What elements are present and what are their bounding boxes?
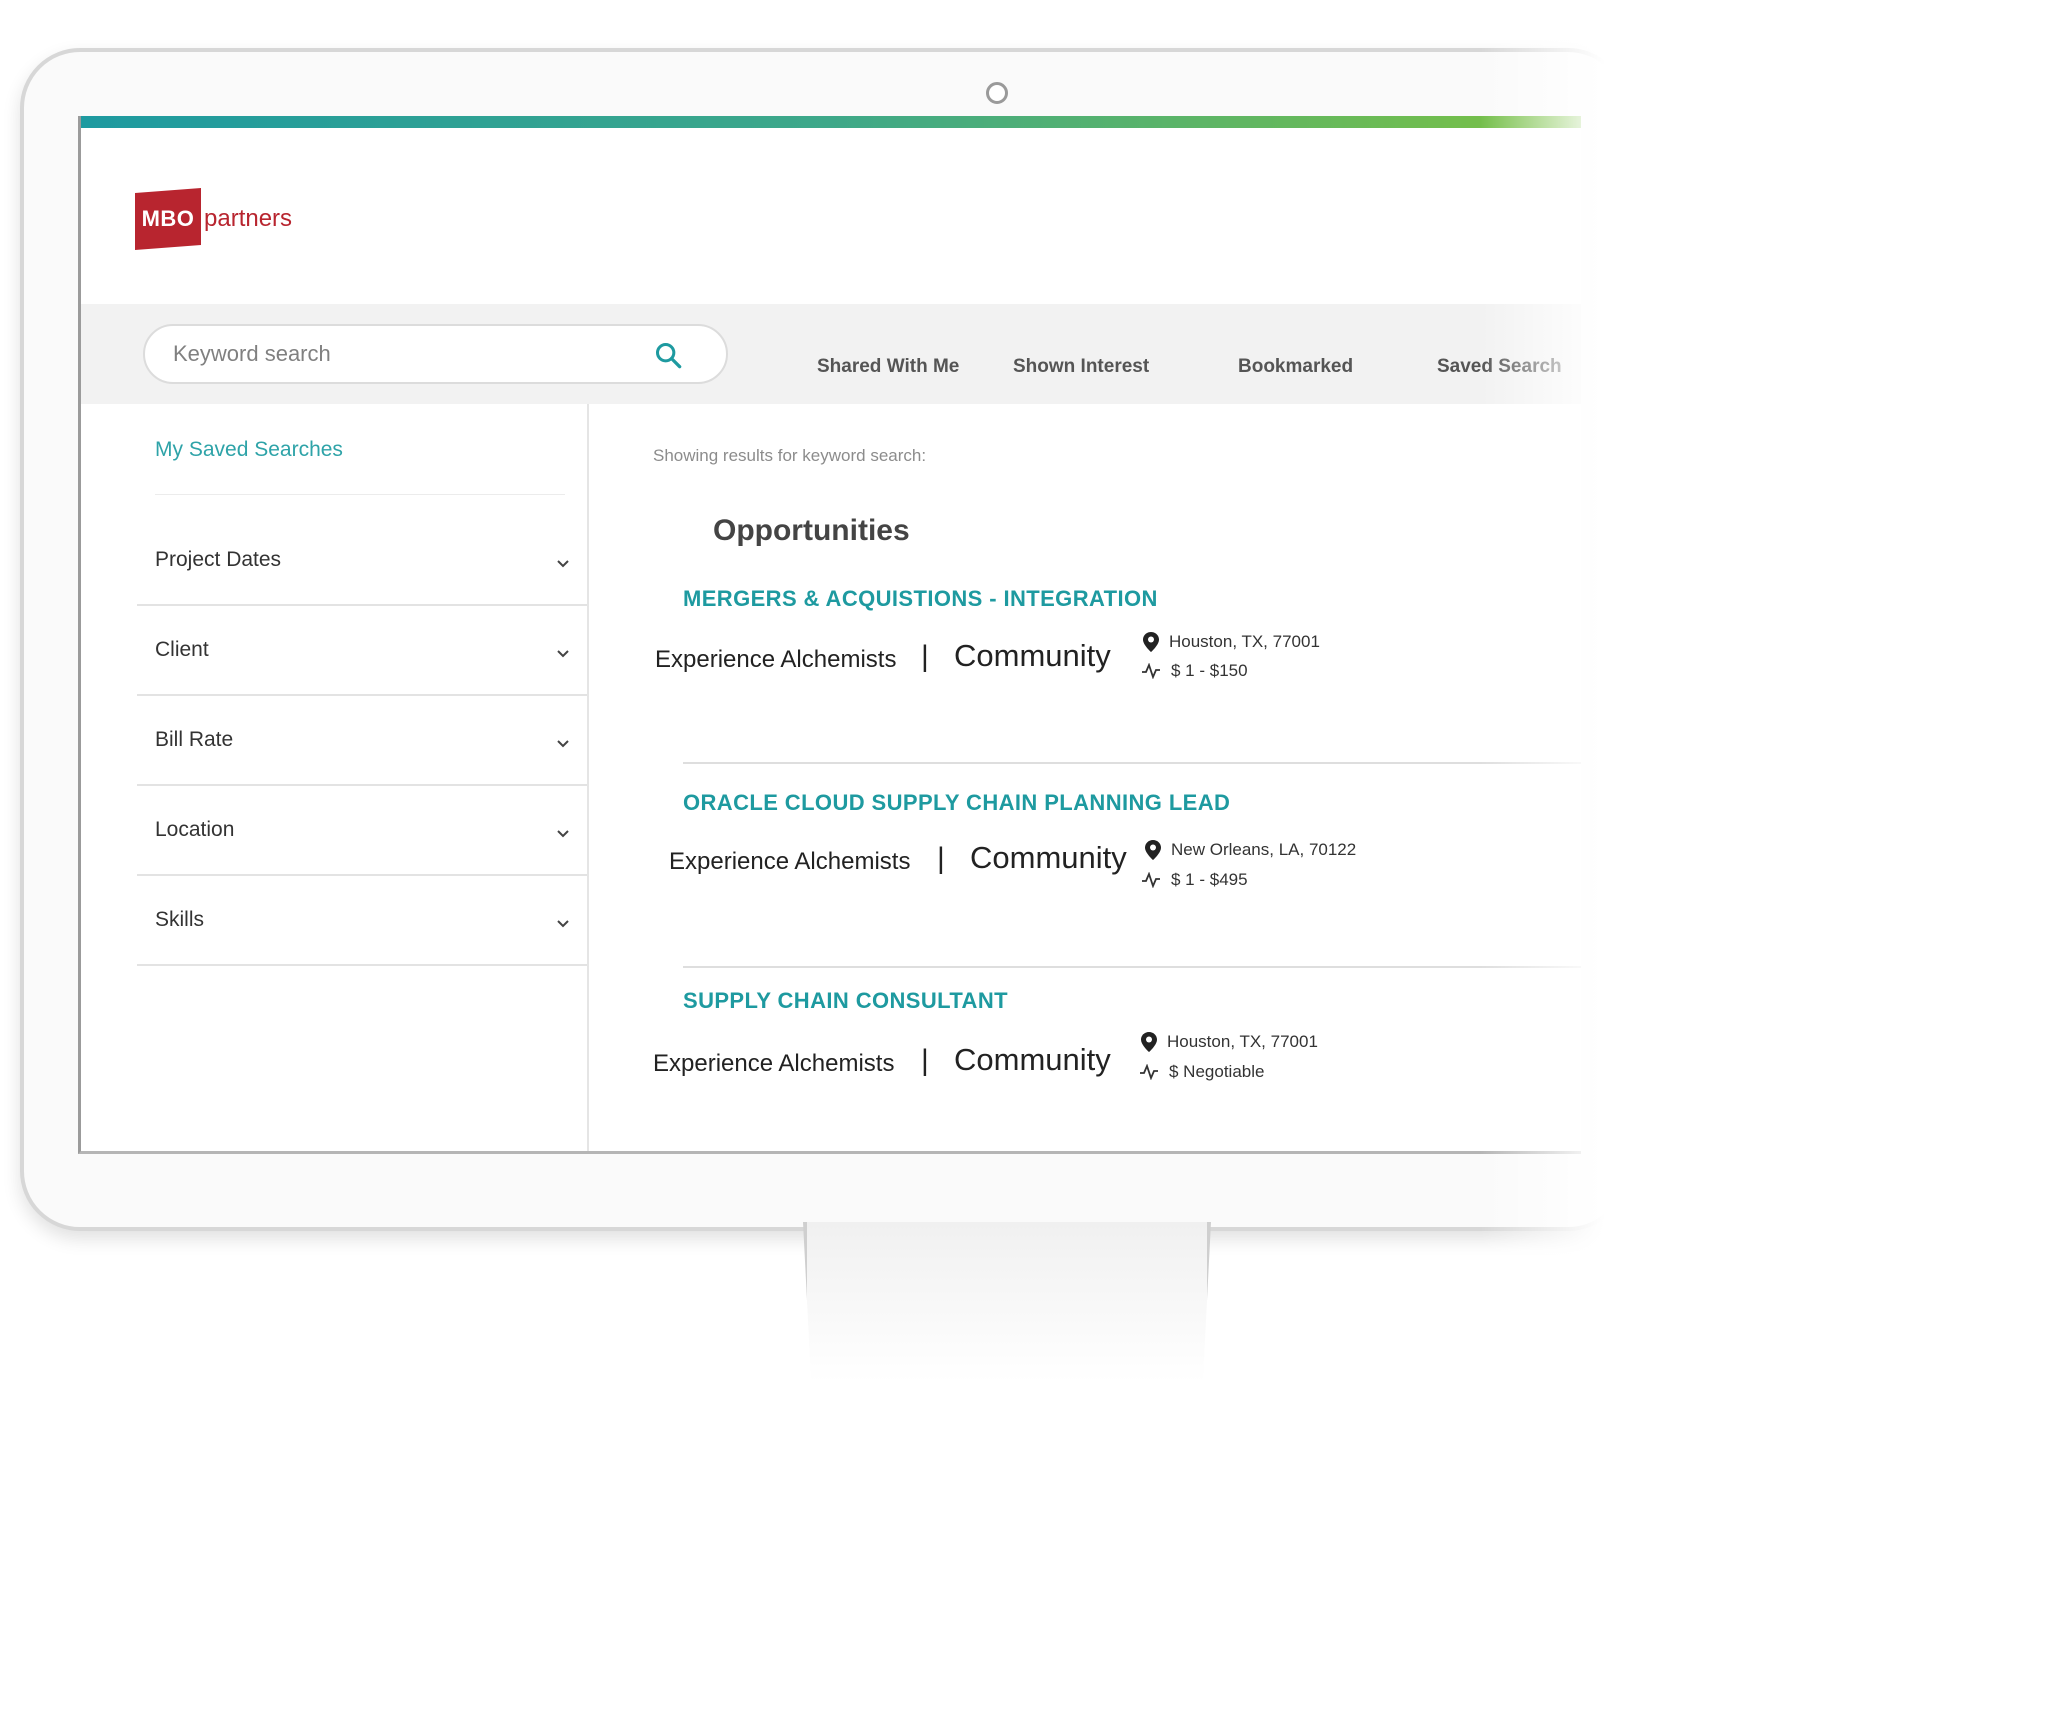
filter-skills[interactable]: Skills (137, 876, 587, 966)
monitor-stand (803, 1222, 1211, 1382)
chevron-down-icon[interactable] (555, 736, 571, 752)
chevron-down-icon[interactable] (555, 826, 571, 842)
brand-gradient-bar (81, 116, 1581, 128)
results-caption: Showing results for keyword search: (653, 446, 927, 465)
page-title: Opportunities (713, 514, 910, 547)
map-pin-icon (1143, 632, 1159, 652)
filter-label: Client (155, 638, 209, 661)
activity-icon (1140, 1064, 1158, 1080)
tab-saved-search[interactable]: Saved Search (1437, 356, 1562, 378)
filter-bill-rate[interactable]: Bill Rate (137, 696, 587, 786)
result-network: Community (954, 638, 1111, 673)
my-saved-searches-link[interactable]: My Saved Searches (155, 438, 343, 462)
divider (155, 494, 565, 495)
divider (683, 762, 1581, 764)
separator: | (937, 842, 945, 875)
separator: | (921, 640, 929, 673)
tab-shown-interest[interactable]: Shown Interest (1013, 356, 1149, 378)
filter-label: Skills (155, 908, 205, 931)
tab-shared-with-me[interactable]: Shared With Me (817, 356, 959, 378)
result-company: Experience Alchemists (669, 848, 911, 875)
filter-sidebar: My Saved Searches Project Dates Client B… (81, 404, 589, 1151)
result-network: Community (970, 840, 1127, 875)
result-company: Experience Alchemists (653, 1050, 895, 1077)
result-location: New Orleans, LA, 70122 (1145, 840, 1356, 860)
app-screen: MBO partners Shared With Me Shown Intere… (78, 116, 1581, 1154)
activity-icon (1142, 663, 1160, 679)
result-title[interactable]: ORACLE CLOUD SUPPLY CHAIN PLANNING LEAD (683, 790, 1230, 816)
result-rate: $ 1 - $495 (1141, 870, 1248, 890)
tab-bookmarked[interactable]: Bookmarked (1238, 356, 1353, 378)
search-box[interactable] (143, 324, 728, 384)
result-title[interactable]: SUPPLY CHAIN CONSULTANT (683, 988, 1008, 1014)
search-input[interactable] (171, 340, 635, 368)
result-network: Community (954, 1042, 1111, 1077)
separator: | (921, 1044, 929, 1077)
map-pin-icon (1145, 840, 1161, 860)
location-text: Houston, TX, 77001 (1169, 632, 1320, 651)
filter-location[interactable]: Location (137, 786, 587, 876)
mbo-partners-logo[interactable]: MBO partners (135, 186, 292, 252)
logo-badge: MBO (135, 188, 201, 250)
rate-text: $ Negotiable (1169, 1062, 1265, 1081)
location-text: New Orleans, LA, 70122 (1171, 840, 1357, 859)
filter-project-dates[interactable]: Project Dates (137, 516, 587, 606)
camera-icon (986, 82, 1008, 104)
result-location: Houston, TX, 77001 (1141, 1032, 1318, 1052)
search-icon[interactable] (654, 341, 682, 369)
chevron-down-icon[interactable] (555, 916, 571, 932)
chevron-down-icon[interactable] (555, 556, 571, 572)
location-text: Houston, TX, 77001 (1167, 1032, 1318, 1051)
chevron-down-icon[interactable] (555, 646, 571, 662)
activity-icon (1142, 872, 1160, 888)
filter-client[interactable]: Client (137, 606, 587, 696)
logo-wordmark: partners (204, 205, 293, 232)
result-rate: $ Negotiable (1139, 1062, 1264, 1082)
filter-label: Bill Rate (155, 728, 234, 751)
result-rate: $ 1 - $150 (1141, 661, 1248, 681)
map-pin-icon (1141, 1032, 1157, 1052)
result-location: Houston, TX, 77001 (1143, 632, 1320, 652)
result-company: Experience Alchemists (655, 646, 897, 673)
filter-label: Location (155, 818, 235, 841)
rate-text: $ 1 - $150 (1171, 661, 1248, 680)
result-title[interactable]: MERGERS & ACQUISTIONS - INTEGRATION (683, 586, 1158, 612)
divider (683, 966, 1581, 968)
filter-label: Project Dates (155, 548, 282, 571)
rate-text: $ 1 - $495 (1171, 870, 1248, 889)
